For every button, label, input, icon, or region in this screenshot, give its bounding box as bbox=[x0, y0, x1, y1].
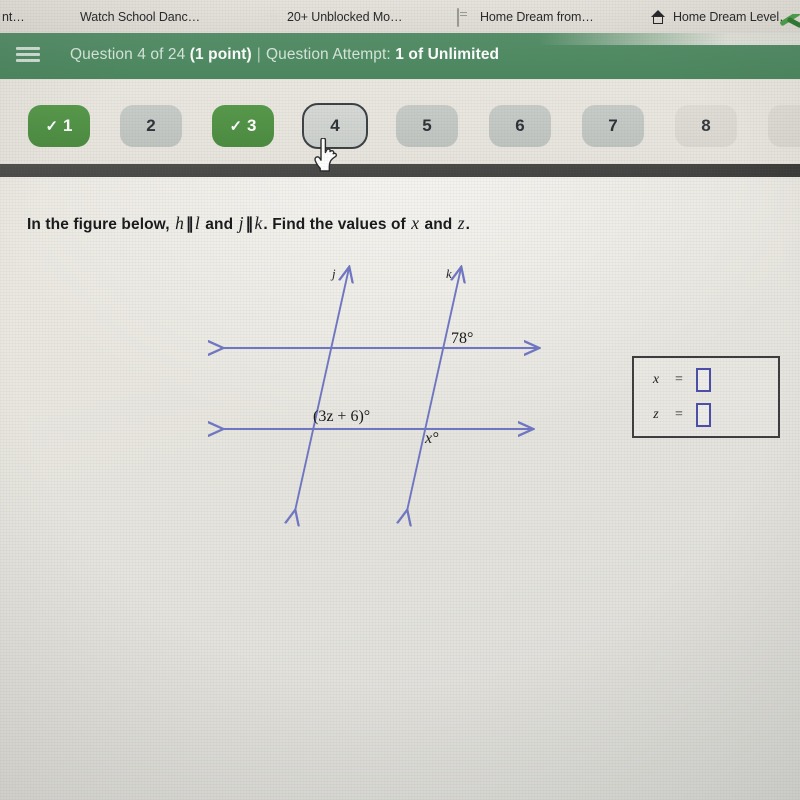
browser-tab-4[interactable]: Home Dream Level… bbox=[646, 0, 800, 33]
prompt-part-1: In the figure below, bbox=[27, 216, 175, 233]
line-k bbox=[407, 268, 461, 511]
parallel-symbol-2: ∥ bbox=[245, 216, 254, 233]
question-nav-label: 8 bbox=[701, 116, 711, 135]
geometry-figure: j k 78° (3z + 6)° x° bbox=[200, 252, 560, 527]
dark-square-favicon bbox=[57, 9, 73, 25]
answer-row-x: x = bbox=[650, 368, 711, 392]
question-nav-label: 6 bbox=[515, 116, 525, 135]
prompt-and-1: and bbox=[200, 216, 238, 233]
check-icon: ✓ bbox=[45, 117, 59, 135]
screenshot-root: nt… Watch School Danc… 20+ Unblocked Mo…… bbox=[0, 0, 800, 800]
parallel-lines-diagram bbox=[200, 252, 560, 527]
equals-sign: = bbox=[675, 407, 683, 422]
check-icon: ✓ bbox=[229, 117, 243, 135]
tab-title: Watch School Danc… bbox=[80, 9, 201, 24]
question-nav-label: 2 bbox=[146, 116, 156, 135]
question-nav-button-2[interactable]: 2 bbox=[120, 105, 182, 147]
prompt-and-2: and bbox=[420, 216, 457, 233]
header-separator: | bbox=[256, 46, 261, 63]
variable-z-label: z bbox=[457, 213, 465, 233]
line-h-label: h bbox=[175, 213, 184, 233]
question-nav-button-8[interactable]: 8 bbox=[675, 105, 737, 147]
hamburger-icon[interactable] bbox=[16, 47, 40, 64]
angle-label-x: x° bbox=[425, 430, 439, 447]
line-k-label: k bbox=[254, 213, 263, 233]
question-nav-button-next-partial[interactable] bbox=[768, 105, 800, 147]
attempt-label: Question Attempt: bbox=[265, 46, 396, 63]
question-points: (1 point) bbox=[189, 46, 252, 63]
question-nav-button-3[interactable]: ✓ 3 bbox=[212, 105, 274, 147]
browser-tab-3[interactable]: Home Dream from… bbox=[453, 0, 646, 33]
question-nav-button-7[interactable]: 7 bbox=[582, 105, 644, 147]
tab-title: Home Dream from… bbox=[480, 9, 594, 24]
answer-variable-x: x bbox=[652, 372, 660, 387]
question-nav-button-5[interactable]: 5 bbox=[396, 105, 458, 147]
tab-title: 20+ Unblocked Mo… bbox=[287, 9, 403, 24]
prompt-part-2: . Find the values of bbox=[263, 216, 411, 233]
nav-divider-bar bbox=[0, 164, 800, 177]
question-nav-label: 4 bbox=[330, 116, 340, 135]
question-header-bar: Question 4 of 24 (1 point) | Question Atte… bbox=[0, 33, 800, 79]
question-prompt: In the figure below, h ∥ l and j ∥ k. Find t… bbox=[27, 213, 470, 234]
question-number-nav: ✓ 1 2 ✓ 3 4 5 6 7 8 bbox=[0, 79, 800, 164]
browser-tab-2[interactable]: 20+ Unblocked Mo… bbox=[260, 0, 453, 33]
browser-tab-0[interactable]: nt… bbox=[0, 0, 53, 33]
tab-title: nt… bbox=[2, 9, 25, 24]
answer-input-z[interactable] bbox=[695, 403, 711, 427]
question-nav-label: 5 bbox=[422, 116, 432, 135]
answer-input-box: x = z = bbox=[632, 356, 780, 438]
angle-label-78: 78° bbox=[451, 330, 474, 347]
house-favicon bbox=[650, 9, 666, 25]
variable-x-label: x bbox=[411, 213, 420, 233]
line-j bbox=[295, 268, 349, 511]
angle-label-3z6: (3z + 6)° bbox=[313, 408, 371, 425]
attempt-value: 1 of Unlimited bbox=[395, 46, 500, 63]
figure-label-j: j bbox=[332, 266, 336, 281]
answer-row-z: z = bbox=[650, 403, 711, 427]
line-j-label: j bbox=[238, 213, 244, 233]
green-checkmark-icon bbox=[778, 14, 800, 33]
question-header-text: Question 4 of 24 (1 point) | Question Atte… bbox=[70, 46, 499, 64]
pointer-hand-cursor bbox=[314, 138, 338, 172]
tab-title: Home Dream Level… bbox=[673, 9, 792, 24]
question-progress: Question 4 of 24 bbox=[70, 46, 190, 63]
question-nav-button-1[interactable]: ✓ 1 bbox=[28, 105, 90, 147]
browser-tab-strip: nt… Watch School Danc… 20+ Unblocked Mo…… bbox=[0, 0, 800, 33]
line-l-label: l bbox=[194, 213, 200, 233]
question-nav-label: 7 bbox=[608, 116, 618, 135]
question-nav-label: 1 bbox=[63, 116, 73, 135]
question-nav-button-6[interactable]: 6 bbox=[489, 105, 551, 147]
figure-label-k: k bbox=[446, 266, 452, 281]
question-nav-label: 3 bbox=[247, 116, 257, 135]
prompt-period: . bbox=[465, 216, 471, 233]
answer-variable-z: z bbox=[653, 407, 659, 422]
parallel-symbol-1: ∥ bbox=[185, 216, 194, 233]
browser-tab-1[interactable]: Watch School Danc… bbox=[53, 0, 260, 33]
equals-sign: = bbox=[675, 372, 683, 387]
card-favicon bbox=[457, 7, 473, 27]
answer-input-x[interactable] bbox=[695, 368, 711, 392]
globe-favicon bbox=[264, 9, 280, 25]
